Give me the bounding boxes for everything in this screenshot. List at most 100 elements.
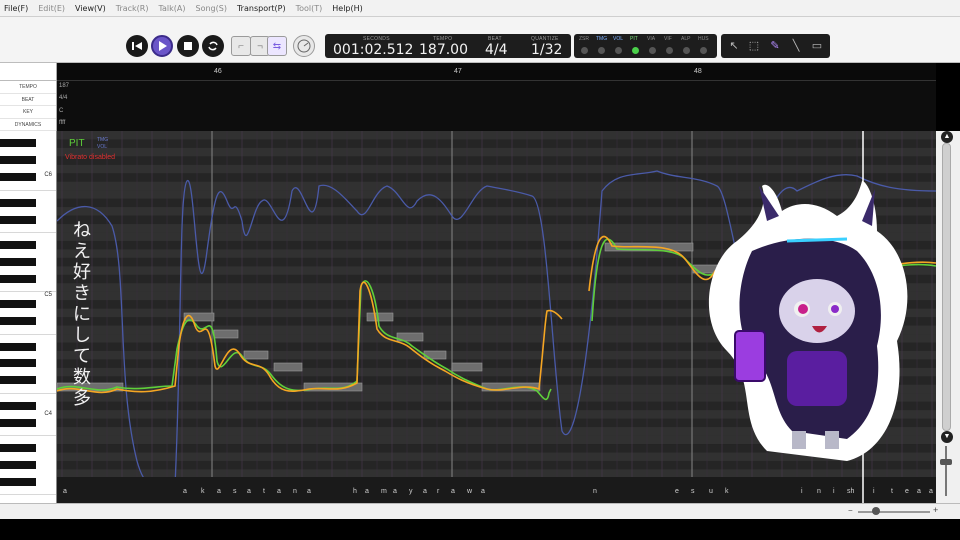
tie-left-button[interactable]: ⌐ — [231, 36, 251, 56]
phoneme-label[interactable]: k — [201, 488, 205, 495]
note-block[interactable] — [451, 362, 483, 372]
horizontal-zoom-track[interactable] — [858, 511, 930, 513]
rewind-button[interactable] — [126, 35, 148, 57]
tempo-value[interactable]: 187.00 — [419, 42, 468, 58]
zoom-in-icon[interactable]: + — [933, 505, 938, 515]
zoom-slider-track[interactable] — [945, 446, 947, 496]
param-lamp-toggle[interactable] — [666, 47, 673, 54]
phoneme-label[interactable]: m — [381, 488, 387, 495]
menu-item[interactable]: Edit(E) — [38, 4, 65, 13]
param-lamp-toggle[interactable] — [632, 47, 639, 54]
piano-black-key[interactable] — [0, 460, 36, 469]
eraser-tool-icon[interactable]: ▭ — [809, 38, 825, 54]
piano-keyboard[interactable]: C6 C5 C4 — [0, 131, 57, 503]
piano-black-key[interactable] — [0, 418, 36, 427]
quantize-value[interactable]: 1/32 — [531, 42, 562, 58]
piano-black-key[interactable] — [0, 274, 36, 283]
pit-mode-label[interactable]: PIT — [69, 138, 85, 149]
phoneme-label[interactable]: a — [929, 488, 933, 495]
scroll-up-icon[interactable]: ▲ — [941, 131, 953, 143]
zoom-slider-handle[interactable] — [940, 459, 952, 465]
piano-black-key[interactable] — [0, 477, 36, 486]
phoneme-label[interactable]: a — [451, 488, 455, 495]
menu-item[interactable]: Talk(A) — [158, 4, 185, 13]
menu-item[interactable]: View(V) — [75, 4, 106, 13]
menu-item[interactable]: Transport(P) — [237, 4, 286, 13]
piano-black-key[interactable] — [0, 342, 36, 351]
note-block[interactable] — [366, 312, 394, 322]
phoneme-label[interactable]: a — [365, 488, 369, 495]
piano-black-key[interactable] — [0, 317, 36, 326]
measure-ruler[interactable]: 46 47 48 — [57, 63, 936, 81]
piano-black-key[interactable] — [0, 198, 36, 207]
phoneme-label[interactable]: n — [817, 488, 821, 495]
phoneme-label[interactable]: a — [307, 488, 311, 495]
piano-black-key[interactable] — [0, 139, 36, 148]
piano-black-key[interactable] — [0, 173, 36, 182]
phoneme-label[interactable]: t — [891, 488, 893, 495]
param-lamp-toggle[interactable] — [649, 47, 656, 54]
metronome-button[interactable] — [293, 35, 315, 57]
param-lamp-toggle[interactable] — [615, 47, 622, 54]
phoneme-label[interactable]: a — [217, 488, 221, 495]
phoneme-label[interactable]: e — [675, 488, 679, 495]
phoneme-label[interactable]: k — [725, 488, 729, 495]
tmg-mode-label[interactable]: TMG — [97, 137, 108, 143]
piano-black-key[interactable] — [0, 376, 36, 385]
menu-item[interactable]: Tool(T) — [296, 4, 323, 13]
follow-button[interactable]: ⇆ — [267, 36, 287, 56]
menu-item[interactable]: Track(R) — [116, 4, 149, 13]
phoneme-label[interactable]: a — [423, 488, 427, 495]
phoneme-label[interactable]: a — [247, 488, 251, 495]
track-rows[interactable]: 46 47 48 187 4/4 C ffff — [57, 63, 936, 131]
menu-item[interactable]: Song(S) — [196, 4, 227, 13]
phoneme-label[interactable]: a — [481, 488, 485, 495]
param-lamp-toggle[interactable] — [700, 47, 707, 54]
phoneme-label[interactable]: w — [466, 488, 473, 495]
phoneme-label[interactable]: a — [917, 488, 921, 495]
phoneme-label[interactable]: s — [233, 488, 237, 495]
editor-canvas[interactable]: PIT TMG VOL Vibrato disabled ねえ好きにして数多 a… — [57, 131, 936, 503]
pointer-tool-icon[interactable]: ↖ — [726, 38, 742, 54]
phoneme-label[interactable]: a — [63, 488, 67, 495]
phoneme-label[interactable]: e — [905, 488, 909, 495]
piano-black-key[interactable] — [0, 156, 36, 165]
param-lamp-toggle[interactable] — [598, 47, 605, 54]
scroll-thumb[interactable] — [942, 143, 951, 431]
horizontal-zoom-handle[interactable] — [872, 507, 880, 515]
phoneme-label[interactable]: y — [409, 488, 413, 495]
phoneme-label[interactable]: u — [709, 488, 713, 495]
phoneme-label[interactable]: h — [353, 488, 357, 495]
piano-black-key[interactable] — [0, 300, 36, 309]
zoom-out-icon[interactable]: − — [848, 506, 853, 515]
play-button[interactable] — [151, 35, 173, 57]
note-block[interactable] — [273, 362, 303, 372]
phoneme-label[interactable]: n — [293, 488, 297, 495]
scroll-down-icon[interactable]: ▼ — [941, 431, 953, 443]
phoneme-label[interactable]: t — [263, 488, 265, 495]
note-block[interactable] — [423, 350, 447, 360]
phoneme-label[interactable]: a — [277, 488, 281, 495]
pitch-editor[interactable]: PIT TMG VOL Vibrato disabled ねえ好きにして数多 a… — [57, 131, 936, 503]
select-tool-icon[interactable]: ⬚ — [746, 38, 762, 54]
note-block[interactable] — [213, 329, 239, 339]
loop-button[interactable] — [202, 35, 224, 57]
phoneme-lane[interactable] — [57, 477, 936, 503]
note-block[interactable] — [243, 350, 269, 360]
phoneme-label[interactable]: a — [183, 488, 187, 495]
piano-black-key[interactable] — [0, 444, 36, 453]
menu-item[interactable]: File(F) — [4, 4, 28, 13]
vertical-scrollbar[interactable]: ▲ ▼ — [936, 131, 960, 503]
beat-value[interactable]: 4/4 — [485, 42, 508, 58]
piano-black-key[interactable] — [0, 215, 36, 224]
piano-black-key[interactable] — [0, 240, 36, 249]
pencil-tool-icon[interactable]: ✎ — [767, 38, 783, 54]
phoneme-label[interactable]: s — [691, 488, 695, 495]
menu-item[interactable]: Help(H) — [332, 4, 363, 13]
piano-black-key[interactable] — [0, 257, 36, 266]
vol-mode-label[interactable]: VOL — [97, 144, 107, 150]
param-lamp-toggle[interactable] — [581, 47, 588, 54]
piano-black-key[interactable] — [0, 401, 36, 410]
stop-button[interactable] — [177, 35, 199, 57]
phoneme-label[interactable]: a — [393, 488, 397, 495]
